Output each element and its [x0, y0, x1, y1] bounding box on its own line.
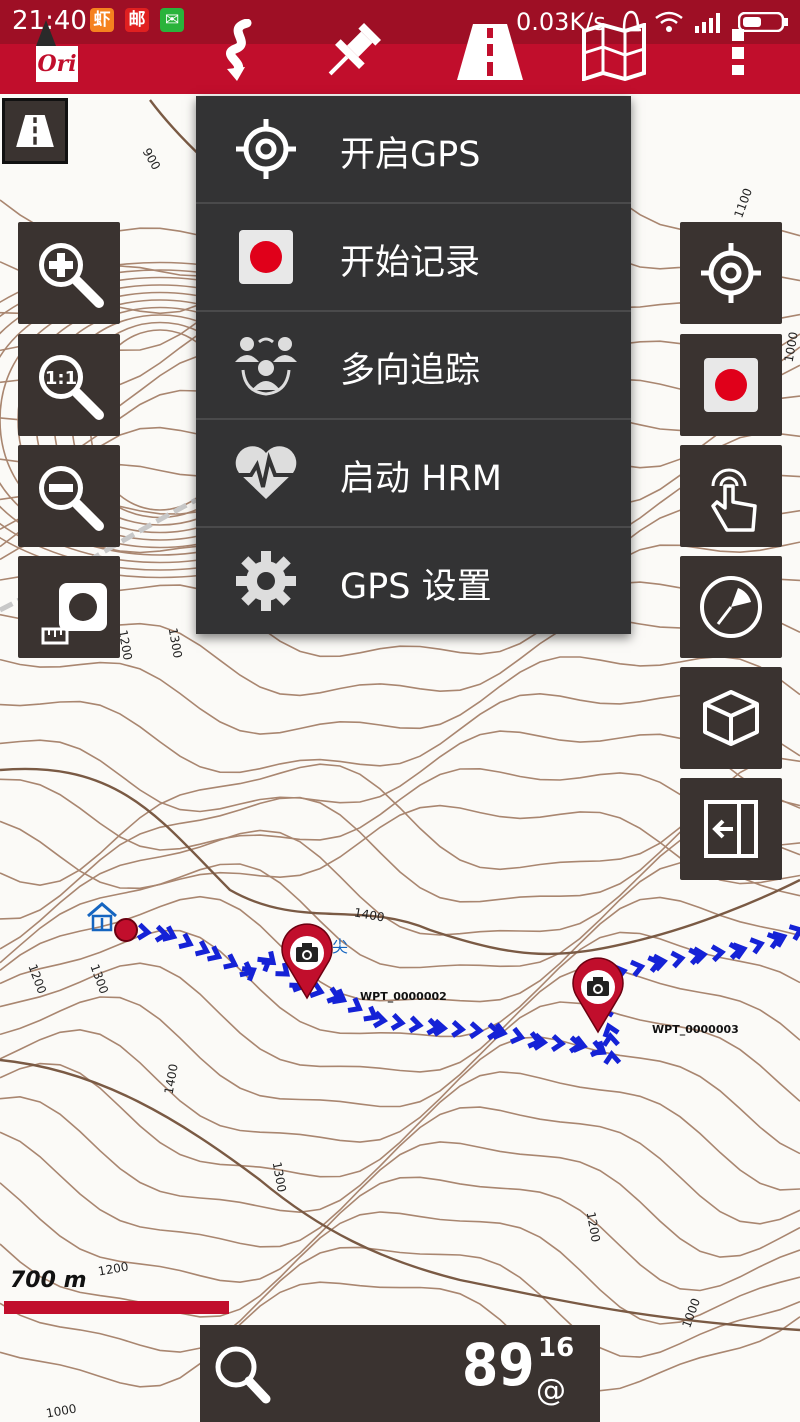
wechat-icon: ✉	[160, 8, 184, 32]
menu-item-enable-gps[interactable]: 开启GPS	[196, 96, 631, 204]
map-icon	[582, 23, 646, 81]
cube-icon	[703, 690, 759, 746]
road-icon	[16, 115, 54, 147]
gps-dropdown-menu: 开启GPS 开始记录 多向追踪 启动 HRM GPS 设置	[196, 96, 631, 634]
menu-item-label: GPS 设置	[340, 567, 492, 607]
waypoint-label[interactable]: WPT_0000002	[360, 990, 447, 1003]
menu-item-multi-tracking[interactable]: 多向追踪	[196, 312, 631, 420]
mail-app-icon: 邮	[125, 8, 149, 32]
bottom-info-panel[interactable]: 89 16 @	[200, 1325, 600, 1422]
pin-button[interactable]	[312, 10, 392, 94]
menu-item-label: 开启GPS	[340, 135, 481, 175]
info-unit: @	[536, 1373, 566, 1408]
menu-item-gps-settings[interactable]: GPS 设置	[196, 528, 631, 634]
scale-bar	[4, 1301, 229, 1314]
scale-label: 700 m	[10, 1268, 87, 1293]
svg-text:1:1: 1:1	[45, 368, 77, 389]
gps-locate-button[interactable]	[680, 222, 782, 324]
gps-crosshair-icon	[226, 114, 306, 184]
road-button[interactable]	[450, 10, 530, 94]
track-route-icon	[226, 19, 252, 81]
shrimp-app-icon: 虾	[90, 8, 114, 32]
zoom-out-icon	[39, 466, 104, 531]
overflow-menu-icon	[732, 29, 744, 75]
compass-dial-icon	[700, 576, 762, 638]
zoom-in-button[interactable]	[18, 222, 120, 324]
track-start-dot[interactable]	[114, 918, 138, 942]
menu-item-label: 启动 HRM	[340, 459, 502, 499]
camera-ruler-icon	[41, 583, 107, 645]
compass-dial-button[interactable]	[680, 556, 782, 658]
info-value: 89	[462, 1331, 535, 1399]
info-superscript: 16	[538, 1333, 575, 1363]
menu-item-start-hrm[interactable]: 启动 HRM	[196, 420, 631, 528]
3d-view-button[interactable]	[680, 667, 782, 769]
exit-panel-icon	[704, 800, 758, 858]
gear-icon	[226, 546, 306, 616]
road-layer-button[interactable]	[2, 98, 68, 164]
gps-crosshair-icon	[701, 243, 761, 303]
track-route-button[interactable]	[200, 10, 280, 94]
tap-hand-icon	[711, 468, 757, 532]
exit-panel-button[interactable]	[680, 778, 782, 880]
app-toolbar: Ori	[0, 19, 800, 94]
overflow-menu-button[interactable]	[698, 10, 778, 94]
search-icon[interactable]	[212, 1343, 272, 1405]
zoom-out-button[interactable]	[18, 445, 120, 547]
feature-label: 尖	[332, 937, 348, 956]
waypoint-label[interactable]: WPT_0000003	[652, 1023, 739, 1036]
zoom-reset-icon: 1:1	[39, 355, 104, 420]
app-logo-box: Ori	[36, 46, 78, 82]
record-icon	[704, 358, 758, 412]
status-bar: 21:40 虾 邮 ✉ 0.03K/s	[0, 0, 800, 44]
menu-item-start-recording[interactable]: 开始记录	[196, 204, 631, 312]
app-logo[interactable]: Ori	[30, 16, 84, 88]
menu-item-label: 多向追踪	[340, 351, 481, 391]
map-button[interactable]	[574, 10, 654, 94]
zoom-1-1-button[interactable]: 1:1	[18, 334, 120, 436]
pin-icon	[328, 23, 381, 76]
wifi-icon	[655, 11, 683, 32]
menu-item-label: 开始记录	[340, 243, 481, 283]
record-icon	[226, 222, 306, 292]
heart-rate-icon	[226, 438, 306, 508]
scale-ruler-button[interactable]	[18, 556, 120, 658]
touch-gesture-button[interactable]	[680, 445, 782, 547]
record-button[interactable]	[680, 334, 782, 436]
road-icon	[457, 24, 523, 80]
multi-tracking-icon	[226, 330, 306, 400]
zoom-in-icon	[39, 243, 104, 308]
